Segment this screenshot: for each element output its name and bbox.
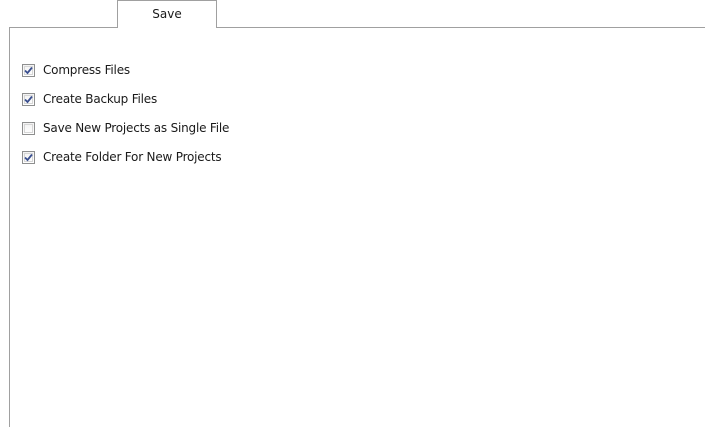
create-backup-files-label: Create Backup Files <box>43 92 158 106</box>
checkmark-icon <box>24 153 33 161</box>
checkmark-icon <box>24 66 33 74</box>
save-single-file-label: Save New Projects as Single File <box>43 121 230 135</box>
checkmark-icon <box>24 95 33 103</box>
save-single-file-checkbox[interactable] <box>22 121 35 135</box>
option-create-folder[interactable]: Create Folder For New Projects <box>22 149 222 165</box>
save-options-panel: Compress Files Create Backup Files Save … <box>9 27 705 427</box>
option-create-backup-files[interactable]: Create Backup Files <box>22 91 157 107</box>
tab-save-label: Save <box>152 6 182 21</box>
compress-files-checkbox[interactable] <box>22 63 35 77</box>
tab-save[interactable]: Save <box>117 0 217 28</box>
compress-files-label: Compress Files <box>43 63 130 77</box>
create-backup-files-checkbox[interactable] <box>22 92 35 106</box>
create-folder-label: Create Folder For New Projects <box>43 150 222 164</box>
create-folder-checkbox[interactable] <box>22 150 35 164</box>
option-save-single-file[interactable]: Save New Projects as Single File <box>22 120 229 136</box>
settings-window: Save Compress Files Create Backup Files … <box>0 0 705 427</box>
option-compress-files[interactable]: Compress Files <box>22 62 130 78</box>
